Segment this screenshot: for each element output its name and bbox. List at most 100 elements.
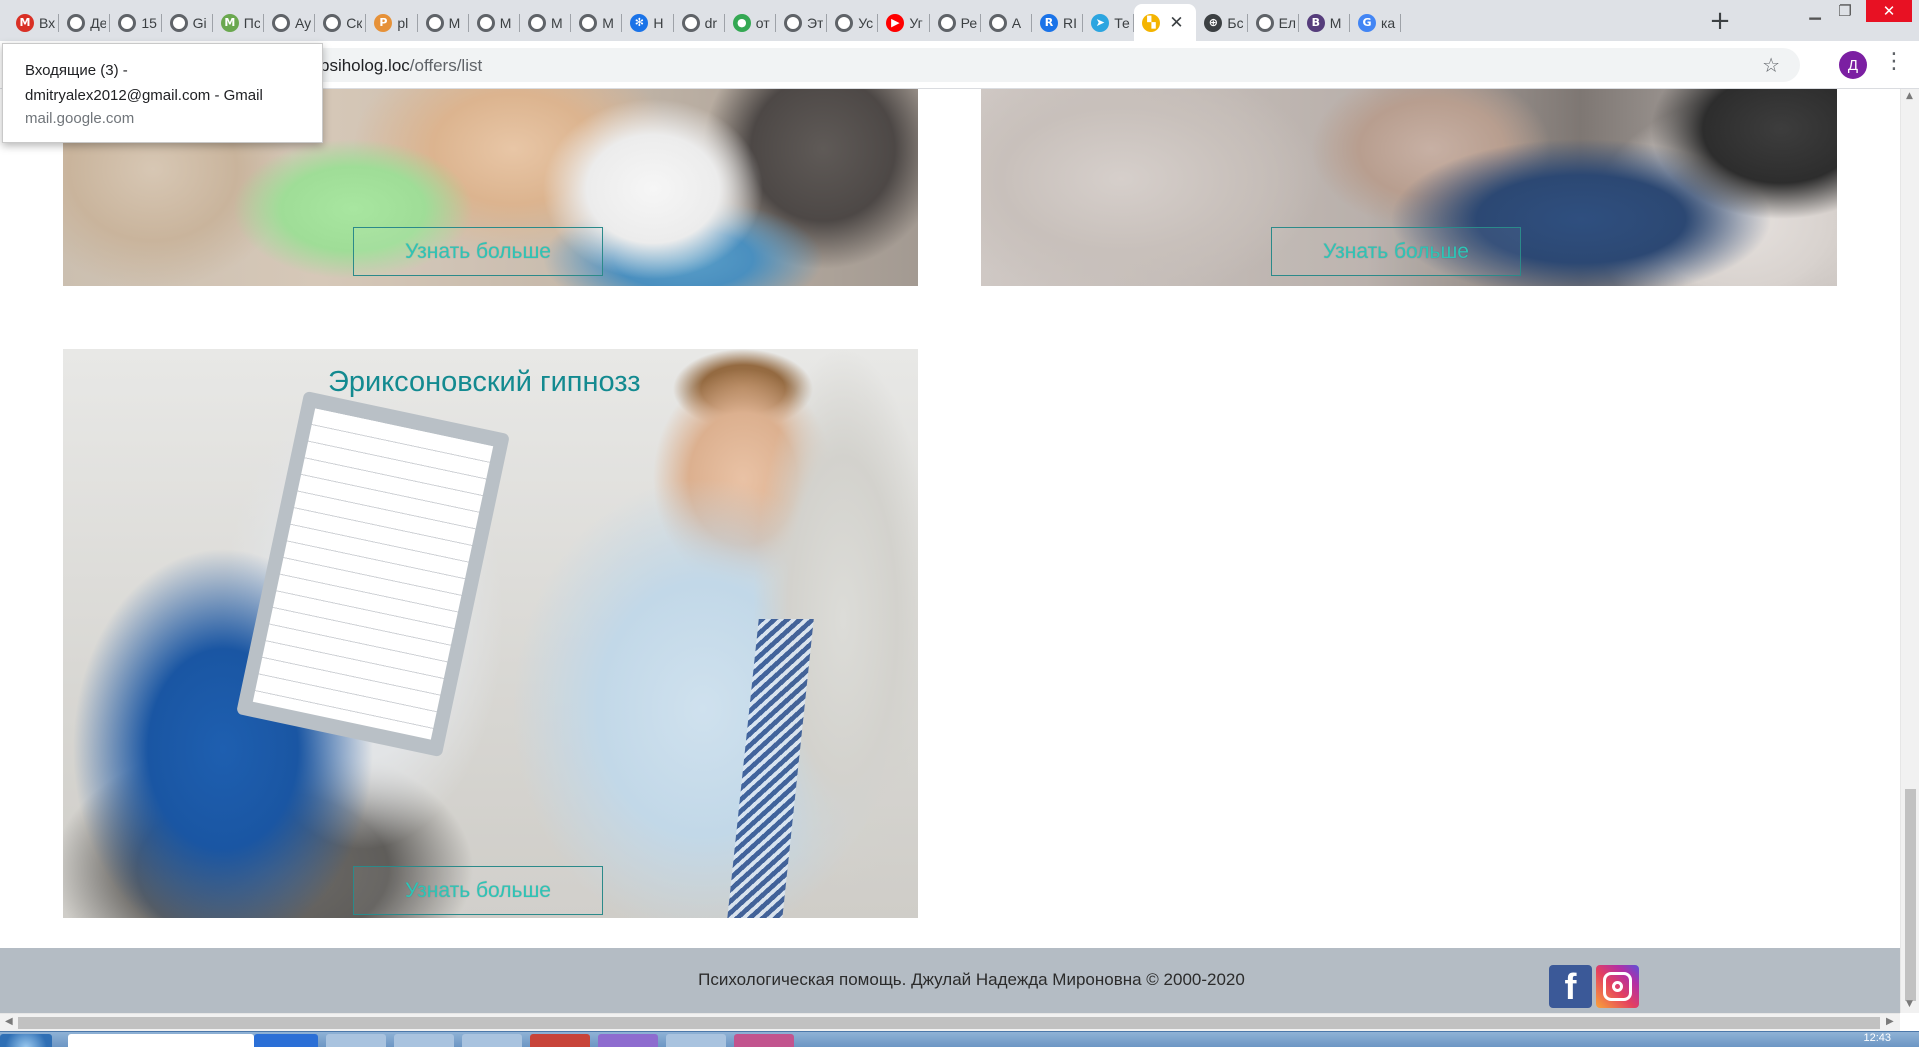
tab-title: М — [448, 14, 461, 31]
tab-title: Ел — [1278, 14, 1295, 31]
tab-21[interactable]: R RI — [1032, 4, 1084, 41]
tab-14[interactable]: dr — [674, 4, 725, 41]
tab-5[interactable]: M Пс — [213, 4, 264, 41]
vertical-scrollbar[interactable]: ▲ ▼ — [1900, 89, 1919, 1013]
tab-6[interactable]: Ау — [264, 4, 316, 41]
horizontal-scrollbar[interactable]: ◀ ▶ — [0, 1013, 1900, 1031]
facebook-icon[interactable]: f — [1549, 965, 1592, 1008]
tab-title: Пс — [243, 14, 260, 31]
address-bar[interactable]: psiholog.loc/offers/list ☆ — [160, 48, 1800, 82]
tab-title: от — [755, 14, 770, 31]
browser-menu-icon[interactable]: ⋮ — [1883, 49, 1905, 74]
globe-icon — [937, 13, 956, 32]
tab-22[interactable]: ➤ Те — [1083, 4, 1135, 41]
globe-icon — [118, 13, 137, 32]
tie-image — [727, 619, 814, 918]
tab-4[interactable]: Gi — [162, 4, 213, 41]
taskbar-search[interactable] — [68, 1034, 254, 1047]
tab-16[interactable]: Эт — [776, 4, 828, 41]
url-text: psiholog.loc/offers/list — [320, 56, 483, 75]
globe-icon — [67, 13, 86, 32]
instagram-icon[interactable] — [1596, 965, 1639, 1008]
tab-title: RI — [1063, 14, 1077, 31]
tab-26[interactable]: BМ — [1299, 4, 1350, 41]
tab-title: М — [1329, 14, 1342, 31]
taskbar-app[interactable] — [734, 1034, 794, 1047]
scroll-down-arrow-icon[interactable]: ▼ — [1906, 999, 1913, 1009]
tab-8[interactable]: Ppl — [366, 4, 418, 41]
ri-logo-icon: R — [1040, 13, 1058, 32]
tab-title: ка — [1381, 14, 1396, 31]
offer-card-therapy: Узнать больше — [981, 89, 1837, 286]
tab-24[interactable]: ⊕ Бс — [1196, 4, 1248, 41]
tab-title: М — [551, 14, 563, 31]
minimize-button[interactable]: ▁ — [1800, 0, 1830, 22]
tab-13[interactable]: ✻ Н — [622, 4, 674, 41]
tab-2[interactable]: Де — [59, 4, 111, 41]
tab-tooltip: Входящие (3) - dmitryalex2012@gmail.com … — [2, 43, 323, 143]
tab-17[interactable]: Ус — [827, 4, 879, 41]
taskbar-app[interactable] — [394, 1034, 454, 1047]
maps-pin-icon: ● — [732, 13, 751, 32]
taskbar-app[interactable] — [530, 1034, 590, 1047]
close-window-button[interactable]: ✕ — [1866, 0, 1912, 22]
tab-title: Де — [90, 14, 107, 31]
youtube-icon: ▶ — [886, 13, 905, 32]
profile-avatar[interactable]: Д — [1839, 51, 1867, 79]
globe-icon — [579, 13, 598, 32]
tab-title: pl — [397, 14, 409, 31]
windows-logo-icon: ▚ — [1142, 13, 1161, 32]
vertical-scroll-thumb[interactable] — [1905, 789, 1916, 1001]
bookmark-star-icon[interactable]: ☆ — [1762, 53, 1780, 77]
tab-title: М — [499, 14, 512, 31]
tab-title: Ус — [858, 14, 874, 31]
tab-19[interactable]: Ре — [930, 4, 981, 41]
scroll-right-arrow-icon[interactable]: ▶ — [1886, 1016, 1894, 1027]
taskbar-app[interactable] — [462, 1034, 522, 1047]
tab-title: Ск — [346, 14, 363, 31]
scroll-left-arrow-icon[interactable]: ◀ — [5, 1016, 13, 1027]
tab-11[interactable]: М — [520, 4, 572, 41]
tab-9[interactable]: М — [418, 4, 469, 41]
horizontal-scroll-thumb[interactable] — [18, 1017, 1880, 1029]
start-button[interactable] — [0, 1034, 52, 1047]
tab-title: Входящие (3) - dmitryalex2012@gmail.com … — [39, 14, 55, 31]
tab-25[interactable]: Ел — [1248, 4, 1299, 41]
globe-icon — [784, 13, 802, 32]
restore-button[interactable]: ❐ — [1830, 0, 1860, 22]
google-icon: G — [1358, 13, 1376, 32]
tab-7[interactable]: Ск — [315, 4, 367, 41]
learn-more-button[interactable]: Узнать больше — [353, 227, 603, 276]
tab-title: Gi — [192, 14, 207, 31]
tab-1[interactable]: M Входящие (3) - dmitryalex2012@gmail.com… — [8, 4, 60, 41]
globe-icon — [169, 13, 188, 32]
m-logo-icon: M — [220, 13, 239, 32]
tab-10[interactable]: М — [469, 4, 520, 41]
learn-more-button[interactable]: Узнать больше — [1271, 227, 1521, 276]
site-footer: Психологическая помощь. Джулай Надежда М… — [0, 948, 1900, 1013]
scroll-up-arrow-icon[interactable]: ▲ — [1906, 91, 1913, 101]
tab-12[interactable]: М — [571, 4, 623, 41]
taskbar-app[interactable] — [666, 1034, 726, 1047]
telegram-icon: ➤ — [1091, 13, 1110, 32]
tab-title: 15 — [141, 14, 157, 31]
new-tab-button[interactable]: + — [1706, 6, 1734, 36]
bootstrap-icon: B — [1306, 13, 1325, 32]
globe-icon — [681, 13, 700, 32]
tab-18[interactable]: ▶ Уг — [878, 4, 930, 41]
close-tab-icon[interactable]: ✕ — [1169, 13, 1183, 33]
tab-active[interactable]: ▚ ✕ — [1134, 4, 1197, 41]
tab-3[interactable]: 15 — [110, 4, 162, 41]
learn-more-button[interactable]: Узнать больше — [353, 866, 603, 915]
world-icon: ⊕ — [1204, 13, 1223, 32]
tab-15[interactable]: ● от — [725, 4, 776, 41]
taskbar-clock: 12:43 — [1863, 1032, 1891, 1044]
tab-27[interactable]: Gка — [1350, 4, 1402, 41]
offer-title: Эриксоновский гипнозз — [328, 366, 641, 398]
globe-icon — [835, 13, 854, 32]
tab-20[interactable]: А — [981, 4, 1032, 41]
taskbar-app[interactable] — [598, 1034, 658, 1047]
taskbar-app[interactable] — [254, 1034, 318, 1047]
taskbar-app[interactable] — [326, 1034, 386, 1047]
pma-icon: P — [374, 13, 393, 32]
